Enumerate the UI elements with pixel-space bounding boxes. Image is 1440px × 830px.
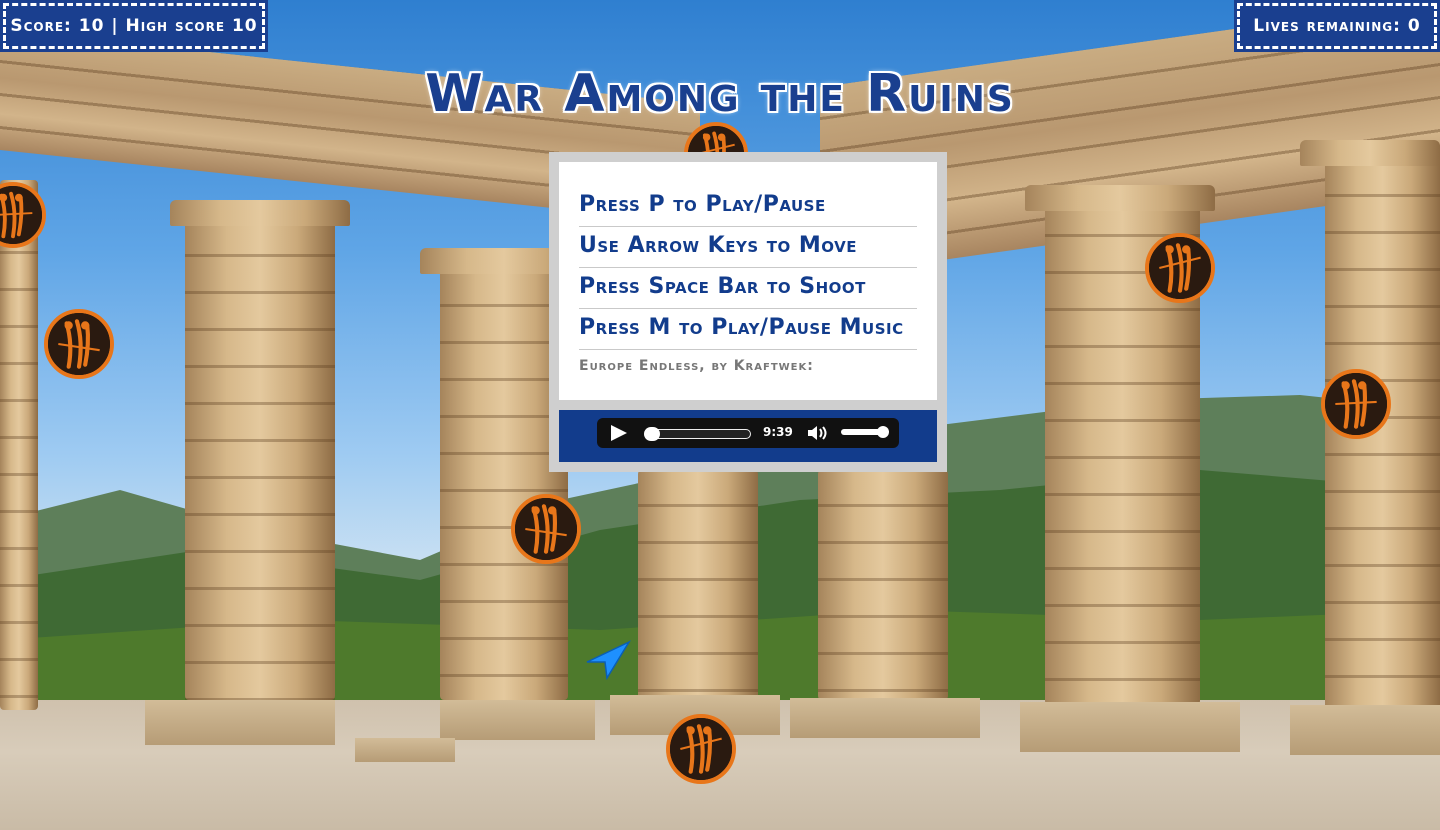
column-base xyxy=(145,700,335,745)
enemy-medallion xyxy=(44,309,114,379)
seek-thumb[interactable] xyxy=(644,427,660,441)
volume-thumb[interactable] xyxy=(877,426,889,438)
enemy-medallion xyxy=(666,714,736,784)
enemy-medallion xyxy=(1321,369,1391,439)
instruction-music: Press M to Play/Pause Music xyxy=(579,309,917,350)
duration-text: 9:39 xyxy=(763,425,793,439)
seek-bar[interactable] xyxy=(644,427,751,441)
volume-icon[interactable] xyxy=(807,425,829,441)
column-capital xyxy=(1025,185,1215,211)
temple-column xyxy=(818,470,948,700)
instructions-list: Press P to Play/Pause Use Arrow Keys to … xyxy=(559,162,937,400)
score-display: Score: 10 | High score 10 xyxy=(0,0,268,52)
enemy-medallion xyxy=(1145,233,1215,303)
fallen-stone xyxy=(355,738,455,762)
lives-display: Lives remaining: 0 xyxy=(1234,0,1440,52)
column-capital xyxy=(170,200,350,226)
temple-column xyxy=(0,180,38,710)
audio-player-band: 9:39 xyxy=(559,410,937,462)
column-base xyxy=(790,698,980,738)
audio-player: 9:39 xyxy=(597,418,899,448)
instruction-shoot: Press Space Bar to Shoot xyxy=(579,268,917,309)
column-base xyxy=(440,700,595,740)
music-credit: Europe Endless, by Kraftwek: xyxy=(579,358,814,374)
play-icon[interactable] xyxy=(611,425,627,441)
instruction-play-pause: Press P to Play/Pause xyxy=(579,186,917,227)
temple-column xyxy=(638,470,758,700)
column-capital xyxy=(1300,140,1440,166)
column-base xyxy=(1020,702,1240,752)
game-title: War Among the Ruins xyxy=(425,64,1015,124)
instructions-panel: Press P to Play/Pause Use Arrow Keys to … xyxy=(549,152,947,472)
temple-column xyxy=(185,220,335,700)
column-base xyxy=(1290,705,1440,755)
arrow-ship-icon xyxy=(586,640,631,680)
volume-slider[interactable] xyxy=(841,426,889,438)
instruction-move: Use Arrow Keys to Move xyxy=(579,227,917,268)
enemy-medallion xyxy=(511,494,581,564)
